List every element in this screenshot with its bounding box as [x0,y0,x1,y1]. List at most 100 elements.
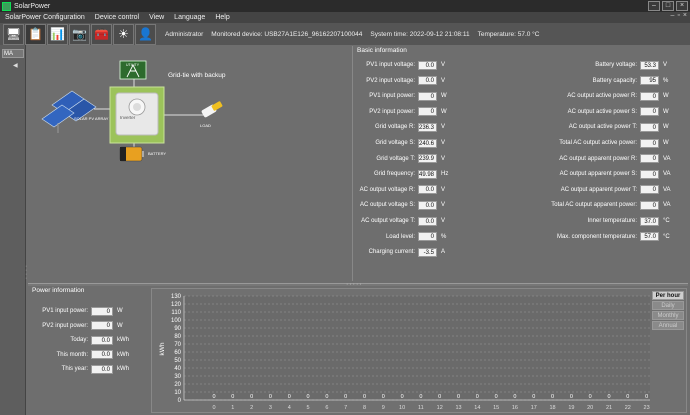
info-label: Charging current: [368,249,415,256]
y-axis-label: kWh [159,342,166,355]
info-label: Today: [70,337,88,343]
info-value: 0.0 [418,76,437,86]
tab-annual[interactable]: Annual [652,321,684,330]
maximize-button[interactable]: □ [662,1,674,11]
info-row: AC output active power R: 0 W [543,91,669,101]
info-label: AC output voltage R: [359,186,415,193]
menu-help[interactable]: Help [210,14,234,21]
monitor-button[interactable]: 🖥 [3,23,24,45]
info-row: AC output voltage R: 0.0 V [353,185,445,195]
monitor-icon: 🖥 [5,27,22,41]
bar-value-label: 0 [231,394,234,400]
info-row: This month: 0.0 kWh [28,350,129,360]
window-controls: – □ × [648,1,688,11]
info-value: 0 [640,154,659,164]
menu-device-control[interactable]: Device control [90,14,144,21]
menu-view[interactable]: View [144,14,169,21]
info-row: AC output voltage S: 0.0 V [353,200,445,210]
bar-value-label: 0 [288,394,291,400]
menu-configuration[interactable]: SolarPower Configuration [0,14,90,21]
info-label: Grid voltage R: [374,124,415,131]
solar-button[interactable]: ☀ [113,23,134,45]
temperature-readout: Temperature: 57.0 °C [477,30,540,38]
info-label: AC output active power R: [567,93,637,100]
info-value: 49.98 [418,169,437,179]
user-role: Administrator [165,30,204,38]
chevron-down-icon[interactable]: ◀ [13,62,18,69]
inverter-icon [115,92,159,136]
mdi-restore-icon[interactable]: ▫ [677,12,679,19]
x-tick-label: 7 [344,405,347,411]
user-button[interactable]: 👤 [135,23,156,45]
info-label: AC output apparent power S: [559,171,637,178]
info-unit: W [663,93,669,100]
info-row: Battery voltage: 53.3 V [543,60,667,70]
info-unit: VA [663,186,671,193]
y-tick-label: 90 [174,326,181,332]
mdi-window-controls: – ▫ × [671,12,687,19]
bar-value-label: 0 [307,394,310,400]
close-button[interactable]: × [676,1,688,11]
info-value: 0 [418,107,437,117]
device-tab[interactable]: MA [2,49,24,58]
info-value: 239.9 [418,154,437,164]
info-row: AC output apparent power R: 0 VA [543,154,671,164]
x-tick-label: 22 [625,405,631,411]
bar-value-label: 0 [532,394,535,400]
menu-language[interactable]: Language [169,14,210,21]
info-unit: V [441,77,446,84]
splitter-grip-icon[interactable]: · · · · [25,263,27,282]
bar-value-label: 0 [513,394,516,400]
tab-monthly[interactable]: Monthly [652,311,684,320]
tab-per-hour[interactable]: Per hour [652,291,684,300]
x-tick-label: 2 [250,405,253,411]
x-tick-label: 17 [531,405,537,411]
info-value: 0 [418,91,437,101]
x-tick-label: 0 [212,405,215,411]
info-unit: A [441,249,446,256]
info-value: 0.0 [91,350,113,359]
info-row: PV2 input power: 0 W [353,107,447,117]
info-label: AC output apparent power T: [560,186,637,193]
mdi-minimize-icon[interactable]: – [671,12,675,19]
mdi-close-icon[interactable]: × [683,12,687,19]
x-tick-label: 12 [437,405,443,411]
y-tick-label: 30 [174,374,181,380]
info-value: 0 [640,169,659,179]
y-tick-label: 70 [174,342,181,348]
period-tabs: Per hour Daily Monthly Annual [652,291,684,331]
status-strip: Administrator Monitored device: USB27A1E… [165,31,539,38]
info-label: Total AC output apparent power: [551,202,637,209]
x-tick-label: 8 [363,405,366,411]
info-value: 0 [640,91,659,101]
info-label: PV2 input voltage: [366,77,415,84]
info-row: Charging current: -3.5 A [353,247,445,257]
y-tick-label: 130 [171,294,182,300]
info-unit: V [663,62,668,68]
y-tick-label: 120 [171,302,182,308]
menu-bar: SolarPower Configuration Device control … [0,12,690,23]
info-value: 0.0 [418,60,437,70]
info-row: AC output apparent power S: 0 VA [543,169,671,179]
splitter-grip-icon: ····· [346,281,363,288]
minimize-button[interactable]: – [648,1,660,11]
info-row: Grid voltage S: 240.6 V [353,138,445,148]
info-value: 0.0 [418,185,437,195]
basic-info-panel: Basic information PV1 input voltage: 0.0 V… [352,46,688,281]
info-label: Battery capacity: [592,77,637,84]
info-label: AC output active power S: [567,108,637,115]
info-unit: W [117,308,123,314]
y-tick-label: 110 [171,310,181,316]
window-title: SolarPower [14,2,51,10]
parameter-button[interactable]: 📋 [25,23,46,45]
info-value: 0 [91,321,113,330]
info-row: Grid voltage R: 236.3 V [353,122,445,132]
tools-button[interactable]: 🧰 [91,23,112,45]
x-tick-label: 4 [288,405,291,411]
camera-button[interactable]: 📷 [69,23,90,45]
bar-value-label: 0 [551,394,554,400]
data-button[interactable]: 📊 [47,23,68,45]
tab-daily[interactable]: Daily [652,301,684,310]
info-unit: W [441,93,447,100]
battery-label: BATTERY [148,151,166,156]
